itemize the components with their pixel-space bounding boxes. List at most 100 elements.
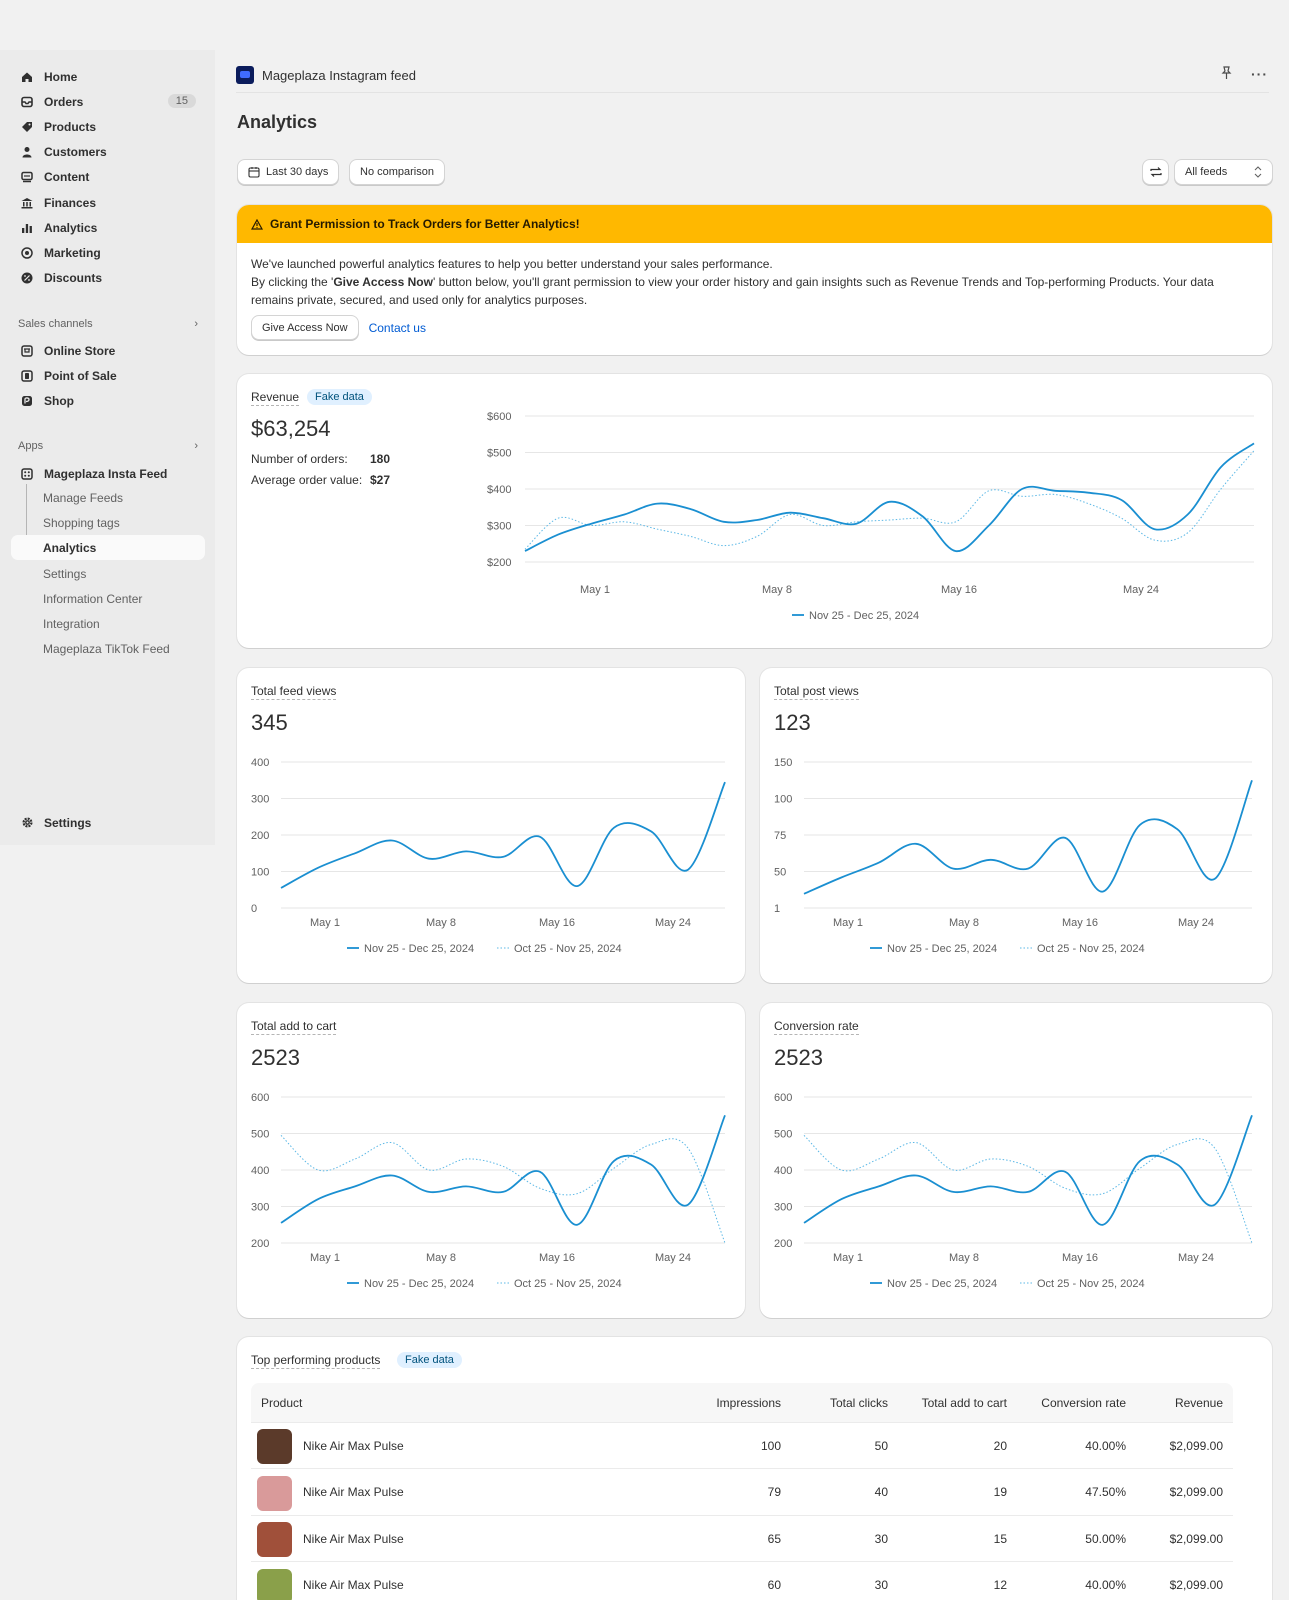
y-tick-label: 75 — [774, 830, 786, 842]
aov-value: $27 — [370, 473, 391, 487]
post-views-title[interactable]: Total post views — [774, 684, 859, 700]
column-header-add-to-cart[interactable]: Total add to cart — [922, 1396, 1007, 1410]
revenue-title[interactable]: Revenue — [251, 390, 300, 406]
sales-channels-header[interactable]: Sales channels › — [18, 318, 198, 330]
sidebar-item-mageplaza-insta-feed[interactable]: Mageplaza Insta Feed — [12, 461, 204, 486]
sidebar-item-analytics[interactable]: Analytics — [12, 215, 204, 240]
column-header-revenue[interactable]: Revenue — [1175, 1396, 1223, 1410]
sidebar-item-label: Customers — [44, 145, 107, 160]
y-tick-label: $600 — [487, 411, 511, 423]
product-name: Nike Air Max Pulse — [303, 1438, 404, 1453]
sidebar-item-online-store[interactable]: Online Store — [12, 338, 204, 363]
sidebar-item-marketing[interactable]: Marketing — [12, 240, 204, 265]
table-row[interactable]: Nike Air Max Pulse 65 30 15 50.00% $2,099.00 — [251, 1516, 1233, 1562]
column-header-impressions[interactable]: Impressions — [716, 1396, 781, 1410]
table-header: Product Impressions Total clicks Total a… — [251, 1383, 1233, 1423]
y-tick-label: 400 — [251, 757, 269, 769]
sidebar-item-label: Content — [44, 170, 90, 185]
comparison-button[interactable]: No comparison — [349, 159, 445, 185]
sidebar-item-label: Online Store — [44, 343, 116, 358]
y-tick-label: 200 — [251, 1238, 269, 1250]
clicks-cell: 30 — [874, 1531, 888, 1546]
sidebar-item-customers[interactable]: Customers — [12, 140, 204, 165]
sidebar-subitem-analytics[interactable]: Analytics — [11, 535, 205, 561]
column-header-conversion[interactable]: Conversion rate — [1041, 1396, 1126, 1410]
contact-us-link[interactable]: Contact us — [369, 319, 426, 337]
person-icon — [20, 145, 34, 159]
sidebar-subitem-integration[interactable]: Integration — [43, 617, 100, 631]
chevron-right-icon: › — [194, 318, 198, 330]
revenue-card: Revenue Fake data $63,254 Number of orde… — [237, 374, 1272, 648]
product-thumbnail — [257, 1475, 292, 1511]
refresh-icon — [1149, 166, 1163, 178]
y-tick-label: 300 — [251, 1202, 269, 1214]
feed-views-title[interactable]: Total feed views — [251, 684, 337, 700]
sidebar-item-label: Point of Sale — [44, 368, 117, 383]
product-thumbnail — [257, 1568, 292, 1600]
apps-header[interactable]: Apps › — [18, 440, 198, 452]
orders-label: Number of orders: — [251, 452, 348, 466]
date-range-label: Last 30 days — [266, 166, 329, 178]
sidebar-subitem-information-center[interactable]: Information Center — [43, 592, 142, 606]
sidebar-item-content[interactable]: Content — [12, 165, 204, 190]
sidebar-item-label: Settings — [44, 815, 92, 830]
orders-count-badge: 15 — [167, 94, 196, 109]
top-products-title[interactable]: Top performing products — [251, 1353, 381, 1369]
sidebar-item-home[interactable]: Home — [12, 64, 204, 89]
product-thumbnail — [257, 1522, 292, 1557]
sidebar-item-products[interactable]: Products — [12, 114, 204, 139]
y-tick-label: 200 — [251, 830, 269, 842]
x-tick-label: May 8 — [426, 917, 456, 929]
give-access-button[interactable]: Give Access Now — [251, 315, 359, 340]
conversion-cell: 50.00% — [1085, 1531, 1126, 1546]
select-arrows-icon — [1254, 166, 1262, 178]
sidebar-item-point-of-sale[interactable]: Point of Sale — [12, 363, 204, 388]
table-row[interactable]: Nike Air Max Pulse 100 50 20 40.00% $2,099.00 — [251, 1423, 1233, 1469]
sidebar-subitem-mageplaza-tiktok-feed[interactable]: Mageplaza TikTok Feed — [43, 642, 170, 656]
banner-line1: We've launched powerful analytics featur… — [251, 257, 773, 271]
add-to-cart-title[interactable]: Total add to cart — [251, 1019, 337, 1035]
sidebar-item-shop[interactable]: Shop — [12, 388, 204, 413]
legend-label: Oct 25 - Nov 25, 2024 — [514, 943, 622, 955]
sidebar-item-label: Mageplaza Insta Feed — [44, 466, 168, 481]
app-header: Mageplaza Instagram feed ··· — [236, 58, 1268, 92]
sidebar-item-label: Marketing — [44, 245, 101, 260]
banner-text: By clicking the ' — [251, 275, 334, 289]
fake-data-badge: Fake data — [397, 1352, 462, 1368]
x-tick-label: May 8 — [762, 584, 792, 596]
date-range-button[interactable]: Last 30 days — [237, 159, 340, 185]
permission-banner: Grant Permission to Track Orders for Bet… — [237, 205, 1272, 355]
conversion-cell: 47.50% — [1085, 1485, 1126, 1499]
sidebar-item-orders[interactable]: Orders 15 — [12, 89, 204, 114]
y-tick-label: $200 — [487, 557, 511, 569]
table-row[interactable]: Nike Air Max Pulse 79 40 19 47.50% $2,099.00 — [251, 1470, 1233, 1516]
column-header-clicks[interactable]: Total clicks — [830, 1396, 888, 1410]
sidebar-subitem-shopping-tags[interactable]: Shopping tags — [43, 516, 120, 530]
app-title: Mageplaza Instagram feed — [262, 67, 416, 83]
sidebar-item-discounts[interactable]: Discounts — [12, 266, 204, 291]
x-tick-label: May 8 — [426, 1252, 456, 1264]
y-tick-label: $400 — [487, 484, 511, 496]
x-tick-label: May 8 — [949, 917, 979, 929]
sidebar-item-label: Shop — [44, 393, 74, 408]
x-tick-label: May 1 — [833, 1252, 863, 1264]
refresh-button[interactable] — [1142, 159, 1169, 185]
add-to-cart-card: Total add to cart 2523 600 500 400 300 200 Ma… — [237, 1003, 745, 1318]
sidebar-subitem-manage-feeds[interactable]: Manage Feeds — [43, 491, 123, 505]
feed-select[interactable]: All feeds — [1174, 159, 1273, 185]
conversion-title[interactable]: Conversion rate — [774, 1019, 859, 1035]
table-row[interactable]: Nike Air Max Pulse 60 30 12 40.00% $2,099.00 — [251, 1563, 1233, 1600]
column-header-product[interactable]: Product — [261, 1396, 302, 1410]
sidebar-subitem-settings[interactable]: Settings — [43, 567, 86, 581]
sidebar-item-settings[interactable]: Settings — [12, 810, 204, 835]
home-icon — [20, 70, 34, 84]
legend-label: Oct 25 - Nov 25, 2024 — [514, 1278, 622, 1290]
discount-icon — [20, 271, 34, 285]
more-options-icon[interactable]: ··· — [1251, 66, 1268, 83]
sidebar-item-finances[interactable]: Finances — [12, 190, 204, 215]
aov-label: Average order value: — [251, 473, 363, 487]
top-bar-space — [0, 0, 1289, 50]
sidebar-subitem-label: Analytics — [43, 540, 97, 555]
pin-icon[interactable] — [1220, 66, 1233, 83]
legend-label: Nov 25 - Dec 25, 2024 — [364, 1278, 474, 1290]
